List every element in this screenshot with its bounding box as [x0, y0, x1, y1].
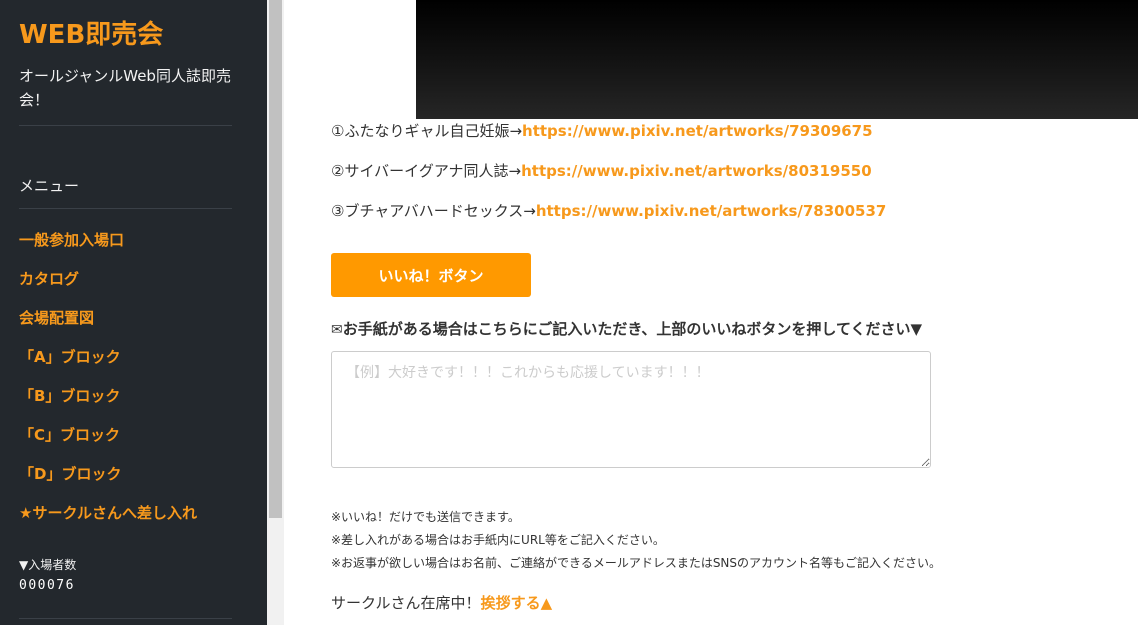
main-content: ①ふたなりギャル自己妊娠→https://www.pixiv.net/artwo… [284, 0, 1138, 625]
work-title: ③ブチャアバハードセックス→ [331, 202, 536, 220]
sidebar-divider [19, 125, 232, 126]
site-title[interactable]: WEB即売会 [19, 14, 163, 51]
work-link[interactable]: https://www.pixiv.net/artworks/78300537 [536, 202, 887, 220]
nav-item-venue-map[interactable]: 会場配置図 [0, 303, 267, 342]
work-title: ②サイバーイグアナ同人誌→ [331, 162, 522, 180]
work-item: ②サイバーイグアナ同人誌→https://www.pixiv.net/artwo… [331, 161, 886, 201]
nav-item-block-a[interactable]: 「A」ブロック [0, 342, 267, 381]
letter-prompt: ✉お手紙がある場合はこちらにご記入いただき、上部のいいねボタンを押してください▼ [331, 318, 922, 339]
sidebar-divider [19, 208, 232, 209]
nav-item-catalog[interactable]: カタログ [0, 264, 267, 303]
site-description: オールジャンルWeb同人誌即売会！ [19, 67, 231, 109]
scrollbar-thumb[interactable] [269, 0, 282, 518]
notes-list: ※いいね！だけでも送信できます。 ※差し入れがある場合はお手紙内にURL等をご記… [331, 506, 941, 575]
note-item: ※いいね！だけでも送信できます。 [331, 510, 520, 524]
nav-item-block-c[interactable]: 「C」ブロック [0, 420, 267, 459]
works-list: ①ふたなりギャル自己妊娠→https://www.pixiv.net/artwo… [331, 121, 886, 241]
visitor-counter-value: 000076 [19, 578, 75, 593]
sidebar-nav: 一般参加入場口 カタログ 会場配置図 「A」ブロック 「B」ブロック 「C」ブロ… [0, 225, 267, 537]
visitor-counter-label: ▼入場者数 [19, 558, 77, 572]
work-link[interactable]: https://www.pixiv.net/artworks/79309675 [522, 122, 873, 140]
sidebar-scrollbar[interactable] [267, 0, 284, 625]
menu-heading: メニュー [19, 177, 80, 195]
greeting: サークルさん在席中！挨拶する▲ [331, 592, 552, 613]
nav-item-block-d[interactable]: 「D」ブロック [0, 459, 267, 498]
app: WEB即売会 オールジャンルWeb同人誌即売会！ メニュー 一般参加入場口 カタ… [0, 0, 1138, 625]
sidebar-divider [19, 618, 232, 619]
greeting-text: サークルさん在席中！ [331, 594, 481, 612]
work-link[interactable]: https://www.pixiv.net/artworks/80319550 [521, 162, 872, 180]
message-textarea[interactable] [331, 351, 931, 468]
nav-item-circle-gifts[interactable]: ★サークルさんへ差し入れ [0, 498, 267, 537]
note-item: ※お返事が欲しい場合はお名前、ご連絡ができるメールアドレスまたはSNSのアカウン… [331, 556, 942, 570]
work-title: ①ふたなりギャル自己妊娠→ [331, 122, 523, 140]
note-item: ※差し入れがある場合はお手紙内にURL等をご記入ください。 [331, 533, 665, 547]
letter-prompt-text: お手紙がある場合はこちらにご記入いただき、上部のいいねボタンを押してください▼ [342, 320, 923, 338]
video-player[interactable] [416, 0, 1138, 119]
sidebar: WEB即売会 オールジャンルWeb同人誌即売会！ メニュー 一般参加入場口 カタ… [0, 0, 267, 625]
envelope-icon: ✉ [331, 322, 343, 338]
nav-item-block-b[interactable]: 「B」ブロック [0, 381, 267, 420]
greet-link[interactable]: 挨拶する▲ [481, 594, 553, 612]
nav-item-general-entrance[interactable]: 一般参加入場口 [0, 225, 267, 264]
like-button[interactable]: いいね！ボタン [331, 253, 531, 297]
work-item: ①ふたなりギャル自己妊娠→https://www.pixiv.net/artwo… [331, 121, 886, 161]
work-item: ③ブチャアバハードセックス→https://www.pixiv.net/artw… [331, 201, 886, 241]
